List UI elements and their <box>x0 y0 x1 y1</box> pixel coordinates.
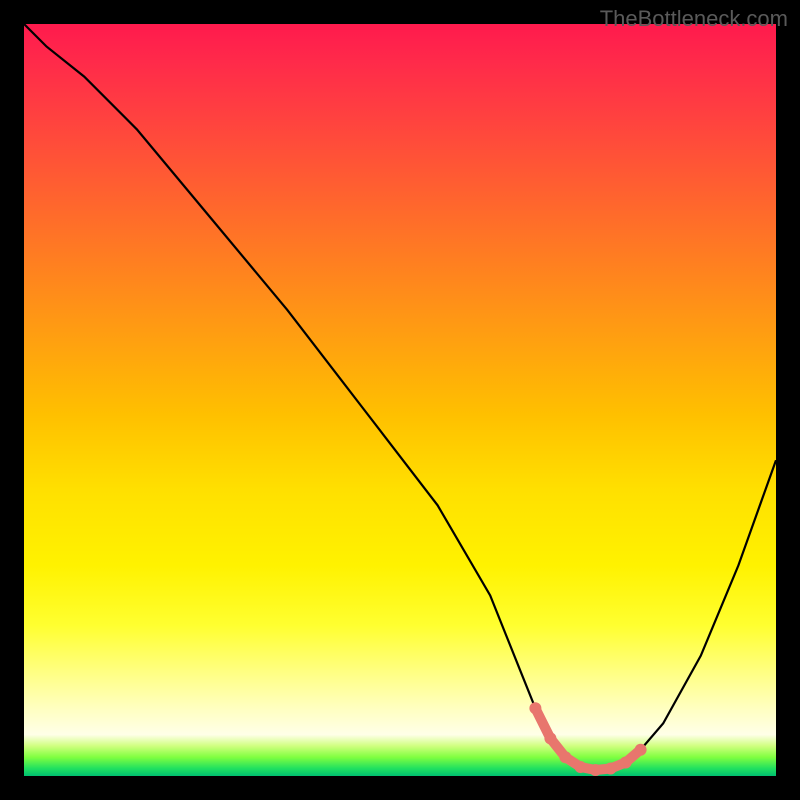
marker-dot <box>635 744 647 756</box>
watermark-text: TheBottleneck.com <box>600 6 788 32</box>
chart-svg <box>24 24 776 776</box>
marker-dot <box>620 757 632 769</box>
curve-line <box>24 24 776 770</box>
marker-dot <box>544 732 556 744</box>
marker-dot <box>529 702 541 714</box>
marker-dot <box>590 764 602 776</box>
chart-plot-area <box>24 24 776 776</box>
marker-dots <box>529 702 646 776</box>
marker-dot <box>575 761 587 773</box>
marker-dot <box>605 763 617 775</box>
marker-dot <box>559 751 571 763</box>
